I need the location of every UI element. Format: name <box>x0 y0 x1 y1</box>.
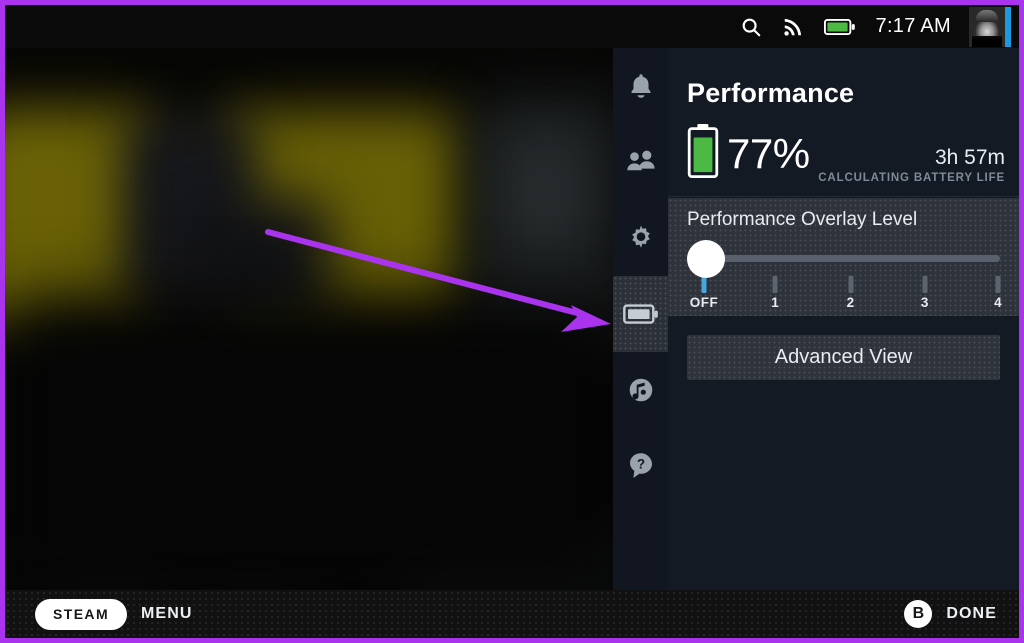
sidebar-item-settings[interactable] <box>613 200 668 276</box>
slider-label-2: 2 <box>846 295 855 310</box>
battery-level-group: 77% <box>685 123 810 184</box>
steam-deck-screen: 7:17 AM ? Performance 77% 3h 57m CALCULA… <box>0 0 1024 643</box>
avatar[interactable] <box>969 6 1011 47</box>
bottom-bar: STEAM MENU B DONE <box>5 590 1019 638</box>
sidebar-item-help[interactable]: ? <box>613 428 668 504</box>
slider-tick-4[interactable] <box>995 276 1001 293</box>
battery-icon[interactable] <box>823 17 856 37</box>
slider-label-3: 3 <box>920 295 929 310</box>
slider-tick-off[interactable] <box>701 277 707 293</box>
battery-life-group: 3h 57m CALCULATING BATTERY LIFE <box>818 145 1005 184</box>
done-group[interactable]: B DONE <box>904 600 997 628</box>
sidebar-item-performance[interactable] <box>613 276 668 352</box>
gear-icon <box>627 224 655 252</box>
bg-vignette <box>5 298 625 595</box>
slider-tick-3[interactable] <box>922 276 928 293</box>
overlay-level-slider[interactable]: OFF 1 2 3 4 <box>687 240 1003 310</box>
music-note-icon <box>627 376 655 404</box>
friends-icon <box>626 150 656 174</box>
page-title: Performance <box>687 78 855 108</box>
avatar-image <box>969 6 1005 47</box>
slider-knob[interactable] <box>687 240 725 278</box>
battery-status-label: CALCULATING BATTERY LIFE <box>818 172 1005 184</box>
slider-tick-2[interactable] <box>848 276 854 293</box>
bell-icon <box>628 72 654 100</box>
wifi-icon[interactable] <box>782 16 804 38</box>
avatar-online-status <box>1005 6 1011 47</box>
sidebar-item-music[interactable] <box>613 352 668 428</box>
battery-icon <box>622 302 659 326</box>
bg-blob <box>510 138 580 248</box>
sidebar-item-friends[interactable] <box>613 124 668 200</box>
slider-tick-1[interactable] <box>772 276 778 293</box>
sidebar-item-notifications[interactable] <box>613 48 668 124</box>
performance-panel: Performance 77% 3h 57m CALCULATING BATTE… <box>668 48 1019 595</box>
help-icon: ? <box>627 451 655 481</box>
slider-label-off: OFF <box>689 295 719 310</box>
slider-label-4: 4 <box>994 295 1003 310</box>
done-label[interactable]: DONE <box>946 605 997 623</box>
slider-label-1: 1 <box>771 295 780 310</box>
slider-track[interactable] <box>704 255 1000 262</box>
battery-percent: 77% <box>727 129 810 177</box>
overlay-level-label: Performance Overlay Level <box>687 209 918 230</box>
advanced-view-button[interactable]: Advanced View <box>687 335 1000 380</box>
menu-label[interactable]: MENU <box>141 605 193 623</box>
battery-time-remaining: 3h 57m <box>934 145 1005 169</box>
clock-label: 7:17 AM <box>875 15 951 37</box>
battery-summary: 77% 3h 57m CALCULATING BATTERY LIFE <box>668 109 1019 197</box>
b-button-icon[interactable]: B <box>904 600 933 628</box>
battery-icon <box>685 123 721 184</box>
status-bar: 7:17 AM <box>5 5 1019 48</box>
search-icon[interactable] <box>740 16 762 38</box>
svg-text:?: ? <box>636 456 644 471</box>
quick-access-rail: ? <box>613 48 669 595</box>
steam-button[interactable]: STEAM <box>35 598 127 630</box>
performance-overlay-section: Performance Overlay Level OFF 1 2 3 4 <box>668 198 1019 316</box>
